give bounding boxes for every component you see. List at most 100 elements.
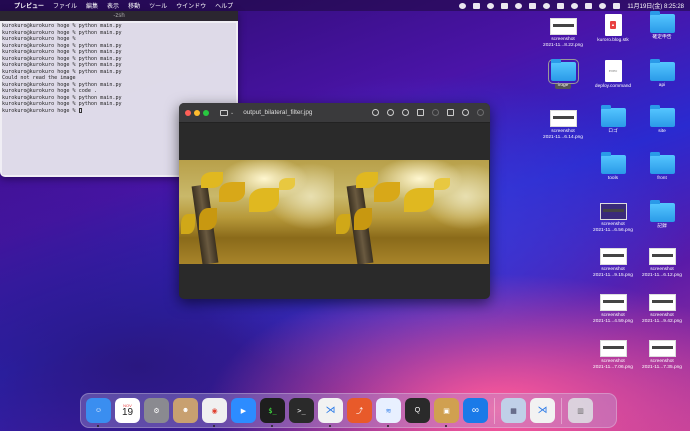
zoom-in-icon[interactable]: [402, 109, 409, 116]
chevron-down-icon[interactable]: ⌄: [230, 110, 234, 116]
folder-icon: [649, 11, 675, 33]
screenshot-thumbnail-icon: [648, 340, 676, 357]
screenshot-thumbnail-icon: [549, 18, 577, 35]
markup-icon[interactable]: [432, 109, 439, 116]
menu-view[interactable]: 表示: [107, 1, 119, 10]
desktop-icon-folder-selected[interactable]: hoge: [538, 59, 588, 89]
desktop-icon-folder[interactable]: ロゴ: [588, 105, 638, 135]
minimize-window-button[interactable]: [194, 109, 200, 116]
vscode-recent-icon[interactable]: ⋊: [530, 398, 555, 423]
search-icon[interactable]: [585, 2, 593, 9]
terminal-prompt: kurokuro@kurokuro hoge %: [2, 107, 79, 114]
screenshot-thumbnail-icon: [599, 340, 627, 357]
preview-icon[interactable]: ▣: [434, 398, 459, 427]
status-tray: 11月19日(金) 8:25:28: [459, 1, 684, 10]
info-icon[interactable]: [372, 109, 379, 116]
desktop-icon-stk-file[interactable]: ▲ kuroro.blog.stk: [588, 14, 638, 44]
desktop-icon-folder[interactable]: tools: [588, 152, 638, 182]
status-menu-icon[interactable]: [543, 2, 551, 9]
menu-help[interactable]: ヘルプ: [215, 1, 233, 10]
infinity-app-icon[interactable]: ∞: [463, 398, 488, 423]
menu-go[interactable]: 移動: [128, 1, 140, 10]
screenshot-thumbnail-icon: [648, 248, 676, 265]
document-icon: ▲: [604, 14, 622, 36]
docker-icon[interactable]: ≋: [376, 398, 401, 427]
status-menu-icon[interactable]: [557, 2, 565, 9]
wifi-icon[interactable]: [571, 2, 579, 9]
status-menu-icon[interactable]: [529, 2, 537, 9]
share-icon[interactable]: [417, 109, 424, 116]
menubar-clock[interactable]: 11月19日(金) 8:25:28: [627, 1, 684, 10]
document-title[interactable]: output_bilateral_filter.jpg: [243, 109, 312, 116]
zoom-icon[interactable]: ▶: [231, 398, 256, 423]
screenshot-thumbnail-icon: [648, 294, 676, 311]
vscode-icon[interactable]: ⋊: [318, 398, 343, 427]
dock: ☺ NOV 19 ⚙ ☻ ◉ ▶ $_ >_ ⋊ ⤴ ≋ Q ▣ ∞ ▦ ⋊ ▥: [80, 393, 617, 428]
desktop-icon-screenshot[interactable]: screenshot 2021-11...4.59.png: [588, 294, 638, 324]
desktop-icon-folder[interactable]: 記録: [637, 200, 687, 230]
dock-separator: [561, 397, 562, 424]
desktop-icon-screenshot[interactable]: screenshot 2021-11...7.35.png: [637, 340, 687, 370]
preview-toolbar: ⌄ output_bilateral_filter.jpg: [179, 103, 490, 123]
app-menu[interactable]: プレビュー: [14, 1, 44, 10]
photo-original: [179, 160, 334, 264]
desktop-icon-screenshot[interactable]: screenshot 2021-11...6.12.png: [637, 248, 687, 278]
desktop-icon-screenshot[interactable]: screenshot 2021-11...7.06.png: [588, 340, 638, 370]
status-menu-icon[interactable]: [459, 2, 467, 9]
finder-icon[interactable]: ☺: [86, 398, 111, 427]
desktop-icon-screenshot[interactable]: screenshot 2021-11...6.14.png: [538, 110, 588, 140]
image-folder-icon[interactable]: ▦: [501, 398, 526, 423]
zoom-window-button[interactable]: [203, 109, 209, 116]
quicktime-icon[interactable]: Q: [405, 398, 430, 423]
desktop-icon-command-file[interactable]: exec deploy.command: [588, 60, 638, 90]
folder-icon: [649, 59, 675, 81]
status-menu-icon[interactable]: [487, 2, 495, 9]
system-preferences-icon[interactable]: ⚙: [144, 398, 169, 423]
search-icon[interactable]: [477, 109, 484, 116]
screenshot-thumbnail-icon: [599, 294, 627, 311]
zoom-out-icon[interactable]: [387, 109, 394, 116]
preview-window[interactable]: ⌄ output_bilateral_filter.jpg: [179, 103, 490, 299]
control-center-icon[interactable]: [599, 2, 607, 9]
terminal-alt-icon[interactable]: >_: [289, 398, 314, 423]
folder-icon: [649, 200, 675, 222]
close-window-button[interactable]: [185, 109, 191, 116]
folder-icon: [600, 152, 626, 174]
terminal-icon[interactable]: $_: [260, 398, 285, 427]
screenshot-thumbnail-icon: [599, 203, 627, 220]
status-menu-icon[interactable]: [473, 2, 481, 9]
menu-edit[interactable]: 編集: [86, 1, 98, 10]
menu-bar: プレビュー ファイル 編集 表示 移動 ツール ウインドウ ヘルプ 11月19日…: [0, 0, 690, 11]
status-menu-icon[interactable]: [515, 2, 523, 9]
folder-icon: [600, 105, 626, 127]
dock-separator: [494, 397, 495, 424]
calendar-icon[interactable]: NOV 19: [115, 398, 140, 423]
desktop-icon-folder[interactable]: site: [637, 105, 687, 135]
rotate-icon[interactable]: [447, 109, 454, 116]
trash-icon[interactable]: ▥: [568, 398, 593, 423]
git-tool-icon[interactable]: ⤴: [347, 398, 372, 423]
annotate-icon[interactable]: [462, 109, 469, 116]
desktop-icon-folder[interactable]: 確定申告: [637, 11, 687, 41]
terminal-titlebar[interactable]: -zsh: [0, 11, 238, 21]
screenshot-thumbnail-icon: [599, 248, 627, 265]
terminal-cursor: [78, 107, 82, 113]
image-canvas[interactable]: [179, 160, 490, 264]
desktop-icon-screenshot[interactable]: screenshot 2021-11...8.22.png: [538, 18, 588, 48]
status-menu-icon[interactable]: [501, 2, 509, 9]
photo-filtered: [334, 160, 489, 264]
menu-tools[interactable]: ツール: [149, 1, 167, 10]
contacts-icon[interactable]: ☻: [173, 398, 198, 423]
desktop-icon-folder[interactable]: front: [637, 152, 687, 182]
siri-icon[interactable]: [613, 2, 621, 9]
executable-icon: exec: [604, 60, 622, 82]
menu-window[interactable]: ウインドウ: [176, 1, 206, 10]
sidebar-toggle-icon[interactable]: [220, 109, 228, 116]
desktop-icon-folder[interactable]: api: [637, 59, 687, 89]
preview-tools: [372, 109, 484, 116]
desktop-icon-screenshot[interactable]: screenshot 2021-11...6.56.png: [588, 203, 638, 233]
menu-file[interactable]: ファイル: [53, 1, 77, 10]
desktop-icon-screenshot[interactable]: screenshot 2021-11...9.15.png: [588, 248, 638, 278]
chrome-icon[interactable]: ◉: [202, 398, 227, 427]
desktop-icon-screenshot[interactable]: screenshot 2021-11...9.42.png: [637, 294, 687, 324]
